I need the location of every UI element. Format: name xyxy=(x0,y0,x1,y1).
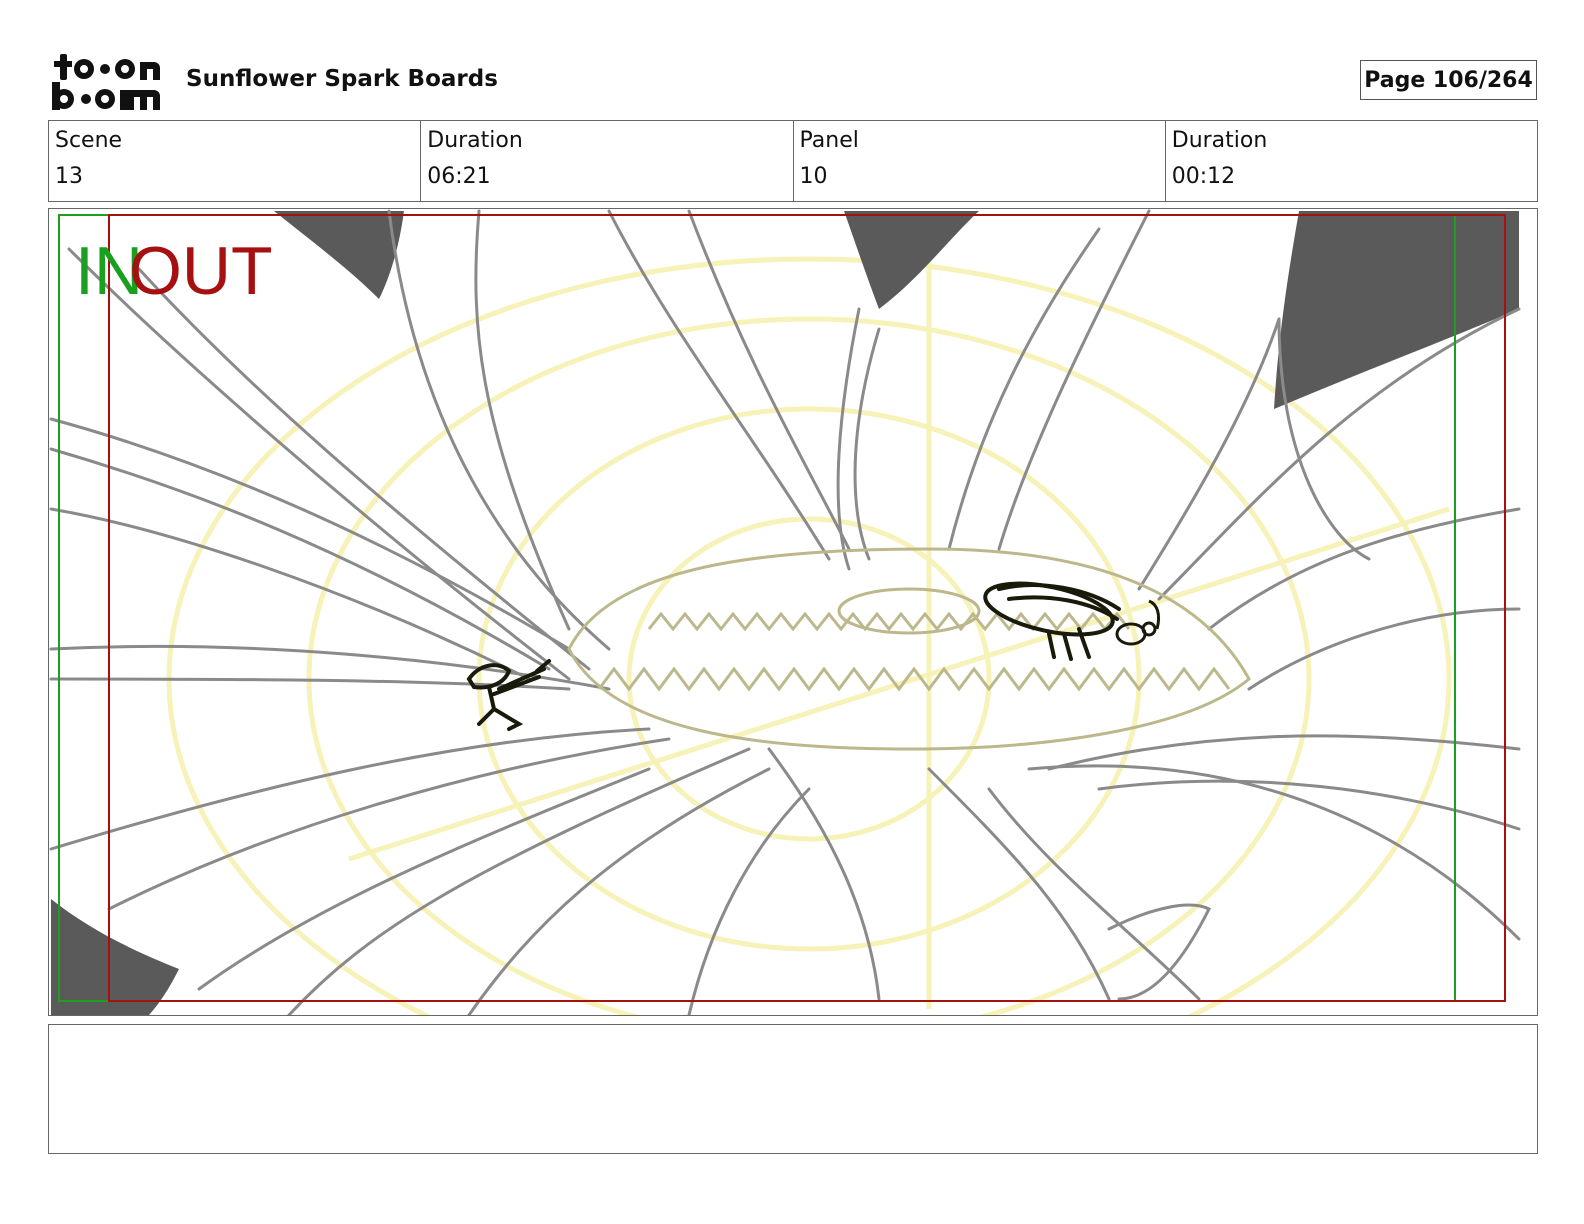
scene-value: 13 xyxy=(55,164,83,189)
panel-value: 10 xyxy=(799,164,828,189)
panel-label: Panel xyxy=(799,128,859,153)
scene-duration-value: 06:21 xyxy=(427,164,491,189)
panel-duration-label: Duration xyxy=(1171,128,1268,153)
scene-info-table: Scene 13 Duration 06:21 Panel 10 Duratio… xyxy=(48,120,1538,202)
out-marker: OUT xyxy=(129,233,273,309)
panel-sketch xyxy=(49,209,1521,1015)
panel-duration-cell: Duration 00:12 xyxy=(1166,121,1537,201)
scene-duration-cell: Duration 06:21 xyxy=(421,121,794,201)
storyboard-panel: IN OUT xyxy=(48,208,1538,1016)
panel-notes[interactable] xyxy=(48,1024,1538,1154)
scene-duration-label: Duration xyxy=(427,128,523,153)
toon-boom-logo xyxy=(50,52,162,112)
in-frame-guide xyxy=(58,214,1456,1002)
scene-label: Scene xyxy=(55,128,123,153)
scene-cell: Scene 13 xyxy=(49,121,422,201)
logo-graphic xyxy=(52,54,160,110)
page-number: Page 106/264 xyxy=(1360,60,1537,100)
panel-cell: Panel 10 xyxy=(794,121,1166,201)
insect-figure xyxy=(983,581,1121,661)
panel-duration-value: 00:12 xyxy=(1171,164,1236,189)
project-title: Sunflower Spark Boards xyxy=(186,66,498,92)
